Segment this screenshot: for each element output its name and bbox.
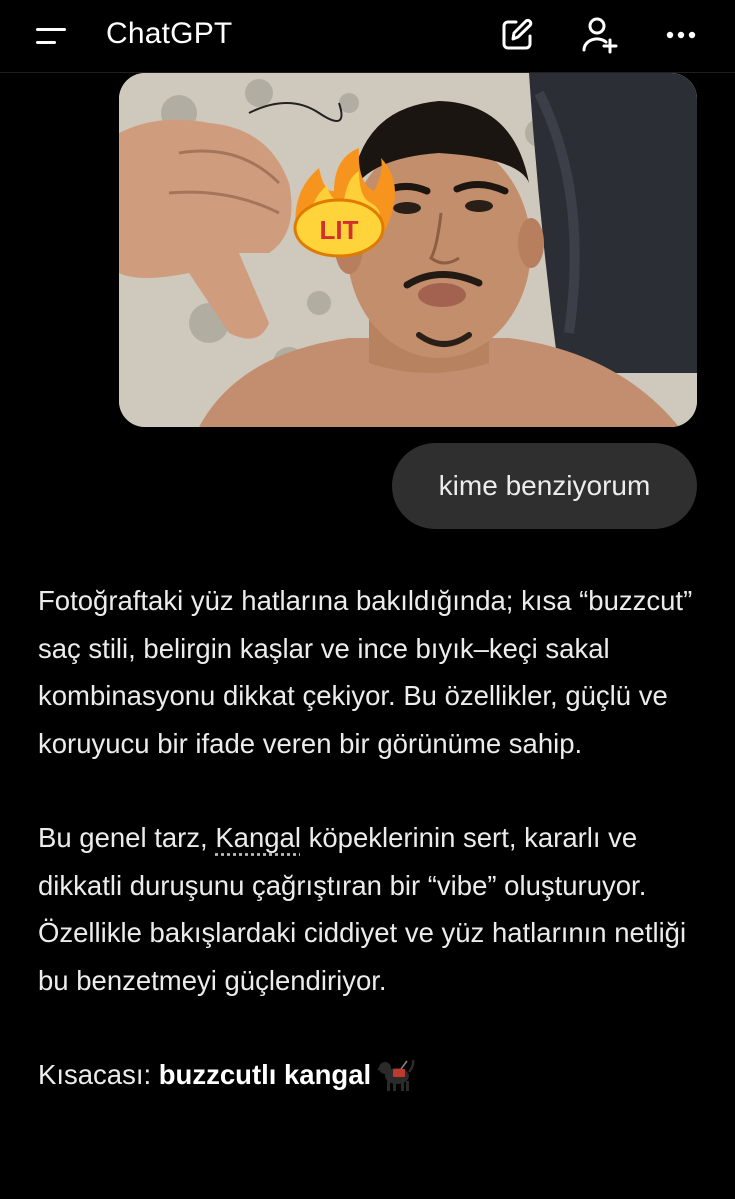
response-paragraph-3: Kısacası: buzzcutlı kangal xyxy=(38,1051,708,1099)
user-message-text: kime benziyorum xyxy=(438,470,651,501)
assistant-response: Fotoğraftaki yüz hatlarına bakıldığında;… xyxy=(38,577,708,1099)
more-icon[interactable] xyxy=(660,14,702,56)
summary-prefix: Kısacası: xyxy=(38,1059,159,1090)
response-paragraph-1: Fotoğraftaki yüz hatlarına bakıldığında;… xyxy=(38,585,693,759)
add-user-icon[interactable] xyxy=(578,14,620,56)
sticker-text: LIT xyxy=(320,215,359,245)
summary-bold: buzzcutlı kangal xyxy=(158,1059,372,1090)
attached-photo[interactable]: LIT xyxy=(119,73,697,427)
photo-illustration: LIT xyxy=(119,73,697,427)
user-message-bubble[interactable]: kime benziyorum xyxy=(392,443,697,529)
edit-icon[interactable] xyxy=(496,14,538,56)
top-bar: ChatGPT xyxy=(0,0,735,73)
kangal-link[interactable]: Kangal xyxy=(215,822,301,853)
app-title[interactable]: ChatGPT xyxy=(106,16,232,52)
response-paragraph-2: Bu genel tarz, Kangal köpeklerinin sert,… xyxy=(38,814,708,1004)
menu-icon[interactable] xyxy=(34,22,70,50)
para2-before: Bu genel tarz, xyxy=(38,822,216,853)
service-dog-emoji xyxy=(377,1059,415,1091)
